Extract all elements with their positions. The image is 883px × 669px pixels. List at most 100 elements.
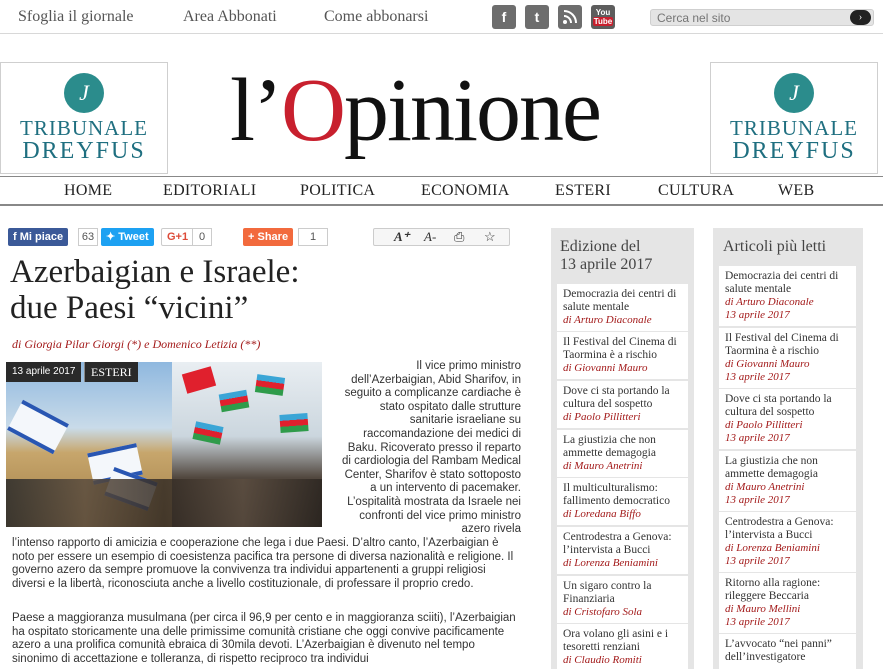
banner-line-1: TRIBUNALE [730, 116, 858, 140]
bookmark-icon[interactable]: ☆ [484, 229, 496, 245]
tribunale-seal-icon: J [774, 73, 814, 113]
edition-item[interactable]: Democrazia dei centri di salute mentale … [557, 284, 688, 331]
tribunale-dreyfus-banner-right[interactable]: J TRIBUNALE DREYFUS [710, 62, 878, 174]
edition-heading-line-2: 13 aprile 2017 [560, 256, 653, 273]
share-plus-icon: + [248, 231, 255, 243]
most-read-item[interactable]: La giustizia che non ammette demagogia d… [719, 451, 856, 511]
share-count: 1 [298, 228, 328, 246]
most-read-item-title: Dove ci sta portando la cultura del sosp… [725, 393, 832, 418]
facebook-icon[interactable]: f [492, 5, 516, 29]
article-paragraph-1-bottom: l’intenso rapporto di amicizia e coopera… [12, 537, 514, 590]
edition-heading: Edizione del 13 aprile 2017 [560, 238, 652, 274]
edition-item-author: di Mauro Anetrini [563, 460, 643, 472]
most-read-heading: Articoli più letti [723, 238, 827, 255]
edition-item[interactable]: Il multiculturalismo: fallimento democra… [557, 478, 688, 525]
edition-item-author: di Paolo Pillitteri [563, 411, 641, 423]
nav-politica[interactable]: POLITICA [300, 182, 375, 200]
edition-item-title: Un sigaro contro la Finanziaria [563, 580, 652, 605]
most-read-item-author: di Mauro Anetrini [725, 481, 805, 493]
search-input[interactable] [650, 9, 874, 26]
edition-item-author: di Arturo Diaconale [563, 314, 652, 326]
most-read-item-date: 13 aprile 2017 [725, 494, 790, 506]
tribunale-seal-icon: J [64, 73, 104, 113]
article-title: Azerbaigian e Israele: due Paesi “vicini… [10, 254, 530, 326]
most-read-item[interactable]: Democrazia dei centri di salute mentale … [719, 266, 856, 326]
facebook-icon: f [13, 231, 17, 243]
search-submit-icon[interactable]: › [850, 10, 871, 25]
israel-flag-icon [7, 399, 69, 455]
most-read-item[interactable]: Centrodestra a Genova: l’intervista a Bu… [719, 512, 856, 572]
edition-item-title: Democrazia dei centri di salute mentale [563, 288, 677, 313]
most-read-item-author: di Lorenza Beniamini [725, 542, 820, 554]
most-read-item-date: 13 aprile 2017 [725, 309, 790, 321]
edition-item-title: Dove ci sta portando la cultura del sosp… [563, 385, 670, 410]
most-read-item-author: di Mauro Mellini [725, 603, 801, 615]
edition-item[interactable]: Centrodestra a Genova: l’intervista a Bu… [557, 527, 688, 574]
link-area-abbonati[interactable]: Area Abbonati [183, 8, 277, 26]
most-read-item-date: 13 aprile 2017 [725, 371, 790, 383]
edition-item[interactable]: Un sigaro contro la Finanziaria di Crist… [557, 576, 688, 623]
edition-item[interactable]: Dove ci sta portando la cultura del sosp… [557, 381, 688, 428]
edition-item-author: di Cristofaro Sola [563, 606, 643, 618]
nav-editoriali[interactable]: EDITORIALI [163, 182, 256, 200]
nav-home[interactable]: HOME [64, 182, 112, 200]
logo-part-3: pinione [343, 61, 602, 160]
most-read-item-date: 13 aprile 2017 [725, 555, 790, 567]
most-read-item[interactable]: Ritorno alla ragione: rileggere Beccaria… [719, 573, 856, 633]
gplus-button[interactable]: G+1 [161, 228, 195, 246]
font-decrease-icon[interactable]: A- [424, 229, 436, 245]
font-increase-icon[interactable]: A⁺ [394, 229, 410, 245]
article-category-badge[interactable]: ESTERI [84, 362, 138, 382]
site-logo[interactable]: l’Opinione [230, 56, 650, 166]
edition-item-title: Il multiculturalismo: fallimento democra… [563, 482, 670, 507]
article-paragraph-2: Paese a maggioranza musulmana (per circa… [12, 612, 516, 665]
most-read-item-date: 13 aprile 2017 [725, 432, 790, 444]
most-read-item[interactable]: Il Festival del Cinema di Taormina è a r… [719, 328, 856, 388]
article-byline[interactable]: di Giorgia Pilar Giorgi (*) e Domenico L… [12, 337, 260, 352]
article-tools: A⁺ A- ⎙ ☆ [373, 228, 510, 246]
youtube-icon[interactable]: You Tube [591, 5, 615, 29]
most-read-item-title: Centrodestra a Genova: l’intervista a Bu… [725, 516, 834, 541]
edition-item-title: Centrodestra a Genova: l’intervista a Bu… [563, 531, 672, 556]
nav-esteri[interactable]: ESTERI [555, 182, 611, 200]
article-photo [6, 362, 322, 527]
rss-icon[interactable] [558, 5, 582, 29]
azerbaijan-flag-icon [279, 413, 309, 433]
edition-item-title: Il Festival del Cinema di Taormina è a r… [563, 336, 677, 361]
youtube-icon-bottom: Tube [592, 17, 614, 26]
nav-web[interactable]: WEB [778, 182, 814, 200]
link-come-abbonarsi[interactable]: Come abbonarsi [324, 8, 428, 26]
most-read-item-title: L’avvocato “nei panni” dell’investigator… [725, 638, 832, 663]
facebook-like-button[interactable]: f Mi piace [8, 228, 69, 246]
gplus-count: 0 [192, 228, 212, 246]
tweet-label: Tweet [118, 231, 149, 243]
most-read-item-author: di Giovanni Mauro [725, 358, 810, 370]
azerbaijan-flag-icon [192, 421, 224, 445]
facebook-like-label: Mi piace [19, 231, 64, 243]
edition-item-author: di Lorenza Beniamini [563, 557, 658, 569]
article-title-line-2: due Paesi “vicini” [10, 290, 249, 326]
azerbaijan-flag-icon [218, 389, 250, 413]
most-read-item-author: di Paolo Pillitteri [725, 419, 803, 431]
facebook-like-count: 63 [78, 228, 98, 246]
most-read-sidebar: Articoli più letti Democrazia dei centri… [713, 228, 863, 669]
most-read-item[interactable]: L’avvocato “nei panni” dell’investigator… [719, 634, 856, 669]
edition-item[interactable]: Il Festival del Cinema di Taormina è a r… [557, 332, 688, 379]
twitter-icon[interactable]: t [525, 5, 549, 29]
most-read-item[interactable]: Dove ci sta portando la cultura del sosp… [719, 389, 856, 449]
print-icon[interactable]: ⎙ [454, 229, 464, 245]
edition-item[interactable]: Ora volano gli asini e i tesoretti renzi… [557, 624, 688, 669]
edition-item[interactable]: La giustizia che non ammette demagogia d… [557, 430, 688, 477]
article-date-badge: 13 aprile 2017 [6, 362, 82, 382]
most-read-item-title: Ritorno alla ragione: rileggere Beccaria [725, 577, 821, 602]
link-sfoglia-giornale[interactable]: Sfoglia il giornale [18, 8, 134, 26]
share-button[interactable]: + Share [243, 228, 294, 246]
youtube-icon-top: You [595, 8, 611, 17]
photo-crowd [6, 479, 322, 527]
edition-item-title: La giustizia che non ammette demagogia [563, 434, 656, 459]
nav-economia[interactable]: ECONOMIA [421, 182, 510, 200]
tweet-button[interactable]: ✦ Tweet [101, 228, 154, 246]
logo-part-1: l’ [230, 61, 283, 160]
tribunale-dreyfus-banner-left[interactable]: J TRIBUNALE DREYFUS [0, 62, 168, 174]
nav-cultura[interactable]: CULTURA [658, 182, 734, 200]
